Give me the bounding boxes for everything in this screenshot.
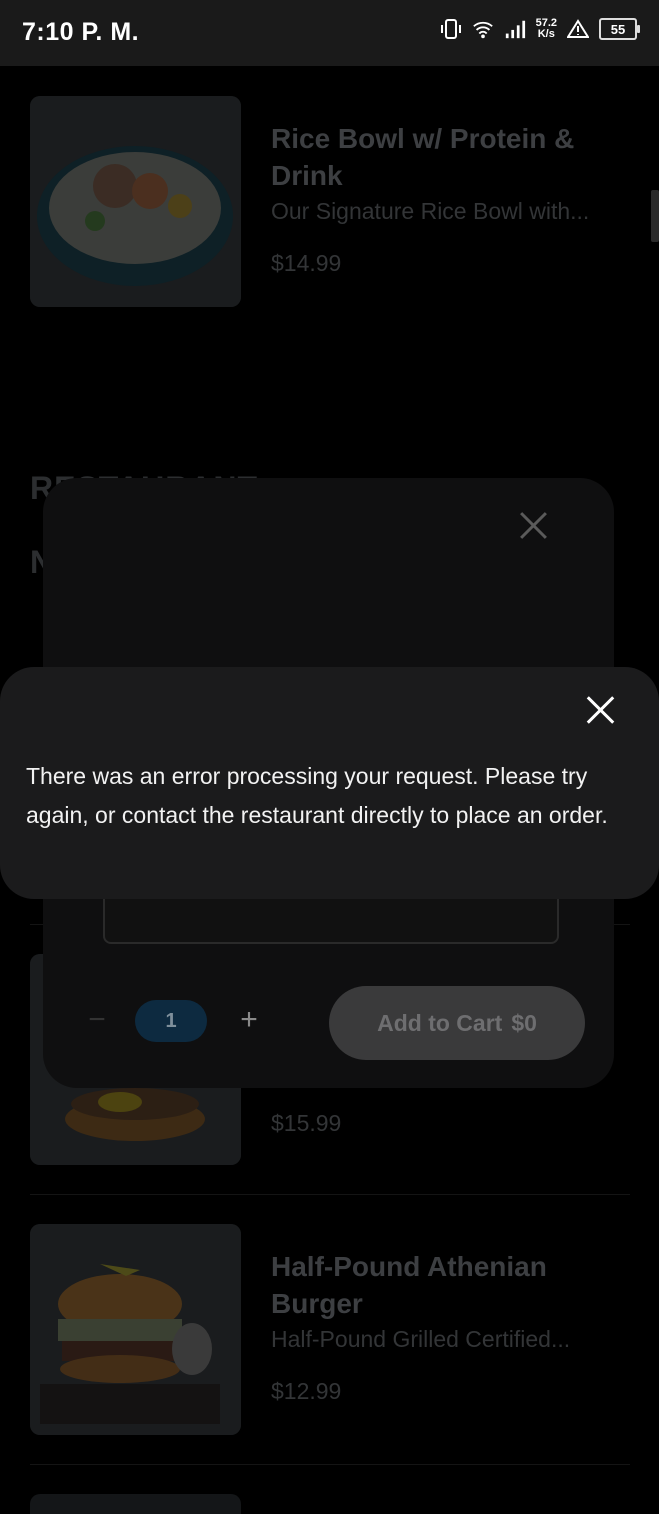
item-price: $15.99 [271, 1110, 342, 1136]
divider [30, 1464, 630, 1465]
net-speed: 57.2 K/s [535, 17, 557, 40]
alert-icon [567, 16, 589, 42]
clock: 7:10 P. M. [22, 18, 140, 46]
scrollbar[interactable] [651, 190, 659, 242]
menu-item-rice-bowl[interactable]: Rice Bowl w/ Protein & Drink Our Signatu… [30, 96, 630, 308]
item-description: Half-Pound Grilled Certified... [271, 1326, 571, 1352]
status-icons: 57.2 K/s 55 [440, 16, 640, 42]
vibrate-icon [440, 16, 462, 42]
item-price: $14.99 [271, 250, 342, 276]
quantity-stepper: − 1 + [79, 1000, 267, 1042]
menu-item-athenian-burger[interactable]: Half-Pound Athenian Burger Half-Pound Gr… [30, 1224, 630, 1436]
increase-quantity-button[interactable]: + [231, 1003, 267, 1039]
dialog-close-icon[interactable] [516, 508, 550, 542]
wifi-icon [472, 16, 494, 42]
status-bar: 7:10 P. M. 57.2 K/s 55 [0, 0, 659, 66]
athenian-burger-image [30, 1224, 241, 1435]
add-to-cart-label: Add to Cart [377, 1009, 503, 1036]
error-message: There was an error processing your reque… [26, 763, 608, 828]
next-item-image [30, 1494, 241, 1514]
decrease-quantity-button[interactable]: − [79, 1003, 115, 1039]
add-to-cart-price: $0 [511, 1009, 537, 1036]
battery-icon: 55 [599, 18, 640, 40]
item-price: $12.99 [271, 1378, 342, 1404]
signal-icon [504, 16, 526, 42]
item-title: Half-Pound Athenian Burger [271, 1251, 547, 1319]
divider [30, 1194, 630, 1195]
toast-close-icon[interactable] [586, 695, 616, 725]
item-title: Rice Bowl w/ Protein & Drink [271, 123, 575, 191]
item-description: Our Signature Rice Bowl with... [271, 198, 590, 224]
add-to-cart-button[interactable]: Add to Cart $0 [329, 986, 585, 1060]
rice-bowl-image [30, 96, 241, 307]
quantity-value: 1 [135, 1000, 207, 1042]
error-toast: There was an error processing your reque… [0, 667, 659, 899]
